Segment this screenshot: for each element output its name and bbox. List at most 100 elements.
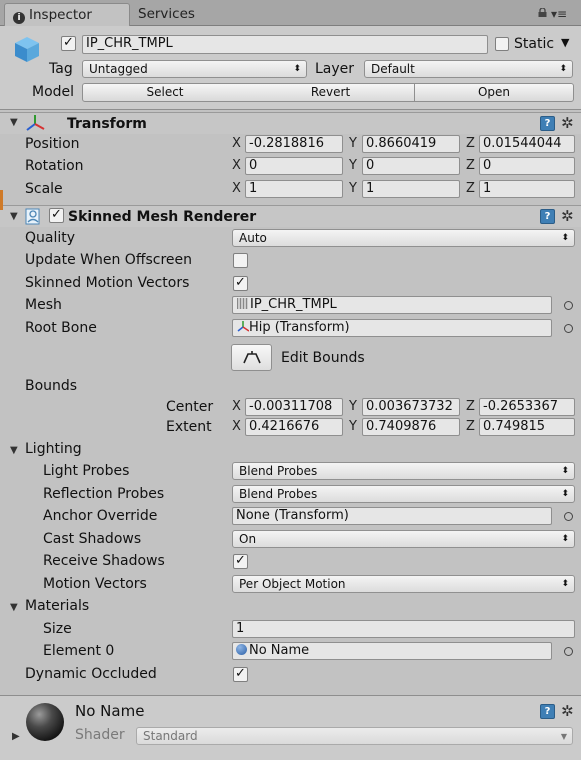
axis-z-label[interactable]: Z bbox=[466, 418, 475, 436]
axis-y-label[interactable]: Y bbox=[349, 157, 357, 175]
axis-y-label[interactable]: Y bbox=[349, 135, 357, 153]
select-button[interactable]: Select bbox=[82, 83, 248, 102]
rotation-y-field[interactable]: 0 bbox=[362, 157, 460, 175]
extent-y-field[interactable]: 0.7409876 bbox=[362, 418, 460, 436]
skinned-motion-vectors-label: Skinned Motion Vectors bbox=[25, 275, 190, 291]
object-picker-icon[interactable] bbox=[564, 324, 573, 333]
shader-dropdown[interactable]: Standard ▼ bbox=[136, 727, 573, 745]
axis-z-label[interactable]: Z bbox=[466, 157, 475, 175]
object-name-field[interactable]: IP_CHR_TMPL bbox=[82, 35, 488, 54]
rotation-x-field[interactable]: 0 bbox=[245, 157, 343, 175]
position-z-field[interactable]: 0.01544044 bbox=[479, 135, 575, 153]
material-name: No Name bbox=[75, 702, 145, 720]
axis-x-label[interactable]: X bbox=[232, 180, 241, 198]
materials-label[interactable]: Materials bbox=[25, 597, 89, 615]
active-checkbox[interactable]: ✓ bbox=[61, 36, 76, 51]
quality-dropdown[interactable]: Auto ⬍ bbox=[232, 229, 575, 247]
axis-y-label[interactable]: Y bbox=[349, 180, 357, 198]
anchor-override-label: Anchor Override bbox=[43, 508, 158, 524]
object-picker-icon[interactable] bbox=[564, 512, 573, 521]
mesh-field[interactable]: IP_CHR_TMPL bbox=[232, 296, 552, 314]
static-checkbox[interactable] bbox=[495, 37, 509, 51]
lock-icon[interactable] bbox=[538, 8, 547, 17]
lighting-label[interactable]: Lighting bbox=[25, 440, 82, 458]
shader-label: Shader bbox=[75, 727, 125, 743]
root-bone-label: Root Bone bbox=[25, 320, 97, 336]
edit-bounds-button[interactable] bbox=[231, 344, 272, 371]
materials-size-label: Size bbox=[43, 621, 72, 637]
axis-x-label[interactable]: X bbox=[232, 157, 241, 175]
tab-services[interactable]: Services bbox=[138, 3, 195, 26]
material-preview-sphere bbox=[26, 703, 64, 741]
skinned-motion-vectors-checkbox[interactable]: ✓ bbox=[233, 276, 248, 291]
help-icon[interactable]: ? bbox=[540, 116, 555, 131]
center-x-field[interactable]: -0.00311708 bbox=[245, 398, 343, 416]
axis-y-label[interactable]: Y bbox=[349, 398, 357, 416]
scale-y-field[interactable]: 1 bbox=[362, 180, 460, 198]
layer-dropdown[interactable]: Default ⬍ bbox=[364, 60, 573, 78]
axis-z-label[interactable]: Z bbox=[466, 135, 475, 153]
axis-x-label[interactable]: X bbox=[232, 398, 241, 416]
help-icon[interactable]: ? bbox=[540, 704, 555, 719]
position-y-field[interactable]: 0.8660419 bbox=[362, 135, 460, 153]
axis-x-label[interactable]: X bbox=[232, 135, 241, 153]
reflection-probes-dropdown[interactable]: Blend Probes ⬍ bbox=[232, 485, 575, 503]
extent-x-field[interactable]: 0.4216676 bbox=[245, 418, 343, 436]
light-probes-dropdown[interactable]: Blend Probes ⬍ bbox=[232, 462, 575, 480]
position-x-field[interactable]: -0.2818816 bbox=[245, 135, 343, 153]
receive-shadows-label: Receive Shadows bbox=[43, 553, 165, 569]
axis-x-label[interactable]: X bbox=[232, 418, 241, 436]
cast-shadows-label: Cast Shadows bbox=[43, 531, 142, 547]
transform-axes-icon bbox=[237, 321, 250, 332]
foldout-arrow-icon[interactable]: ▼ bbox=[10, 211, 18, 222]
model-label: Model bbox=[32, 84, 75, 100]
foldout-arrow-icon[interactable]: ▼ bbox=[10, 117, 18, 128]
foldout-arrow-icon[interactable]: ▼ bbox=[10, 602, 18, 613]
axis-z-label[interactable]: Z bbox=[466, 180, 475, 198]
bounds-label: Bounds bbox=[25, 378, 78, 394]
tag-dropdown[interactable]: Untagged ⬍ bbox=[82, 60, 307, 78]
reflection-probes-label: Reflection Probes bbox=[43, 486, 165, 502]
extent-z-field[interactable]: 0.749815 bbox=[479, 418, 575, 436]
revert-button[interactable]: Revert bbox=[247, 83, 415, 102]
help-icon[interactable]: ? bbox=[540, 209, 555, 224]
object-picker-icon[interactable] bbox=[564, 301, 573, 310]
motion-vectors-dropdown[interactable]: Per Object Motion ⬍ bbox=[232, 575, 575, 593]
tab-inspector[interactable]: i Inspector bbox=[4, 3, 130, 26]
scale-z-field[interactable]: 1 bbox=[479, 180, 575, 198]
center-label: Center bbox=[166, 399, 214, 415]
anchor-override-field[interactable]: None (Transform) bbox=[232, 507, 552, 525]
dropdown-arrow-icon: ⬍ bbox=[561, 233, 569, 243]
tag-label: Tag bbox=[49, 61, 73, 77]
cast-shadows-dropdown[interactable]: On ⬍ bbox=[232, 530, 575, 548]
mesh-label: Mesh bbox=[25, 297, 62, 313]
center-z-field[interactable]: -0.2653367 bbox=[479, 398, 575, 416]
gear-icon[interactable]: ✲ bbox=[561, 209, 574, 224]
rotation-z-field[interactable]: 0 bbox=[479, 157, 575, 175]
gear-icon[interactable]: ✲ bbox=[561, 116, 574, 131]
static-label[interactable]: Static bbox=[514, 35, 554, 53]
gear-icon[interactable]: ✲ bbox=[561, 704, 574, 719]
root-bone-field[interactable]: Hip (Transform) bbox=[232, 319, 552, 337]
update-when-offscreen-checkbox[interactable] bbox=[233, 253, 248, 268]
axis-z-label[interactable]: Z bbox=[466, 398, 475, 416]
renderer-enabled-checkbox[interactable]: ✓ bbox=[49, 208, 64, 223]
scale-x-field[interactable]: 1 bbox=[245, 180, 343, 198]
context-menu-icon[interactable]: ▾≡ bbox=[551, 8, 575, 20]
static-dropdown-icon[interactable]: ▼ bbox=[561, 36, 569, 49]
dynamic-occluded-checkbox[interactable]: ✓ bbox=[233, 667, 248, 682]
element-0-field[interactable]: No Name bbox=[232, 642, 552, 660]
center-y-field[interactable]: 0.003673732 bbox=[362, 398, 460, 416]
quality-label: Quality bbox=[25, 230, 76, 246]
info-icon: i bbox=[13, 12, 25, 24]
foldout-arrow-icon[interactable]: ▼ bbox=[10, 445, 18, 456]
object-picker-icon[interactable] bbox=[564, 647, 573, 656]
receive-shadows-checkbox[interactable]: ✓ bbox=[233, 554, 248, 569]
materials-size-field[interactable]: 1 bbox=[232, 620, 575, 638]
axis-y-label[interactable]: Y bbox=[349, 418, 357, 436]
dropdown-arrow-icon: ⬍ bbox=[561, 466, 569, 476]
foldout-arrow-icon[interactable]: ▶ bbox=[12, 731, 20, 742]
open-button[interactable]: Open bbox=[414, 83, 574, 102]
extent-label: Extent bbox=[166, 419, 212, 435]
light-probes-label: Light Probes bbox=[43, 463, 130, 479]
